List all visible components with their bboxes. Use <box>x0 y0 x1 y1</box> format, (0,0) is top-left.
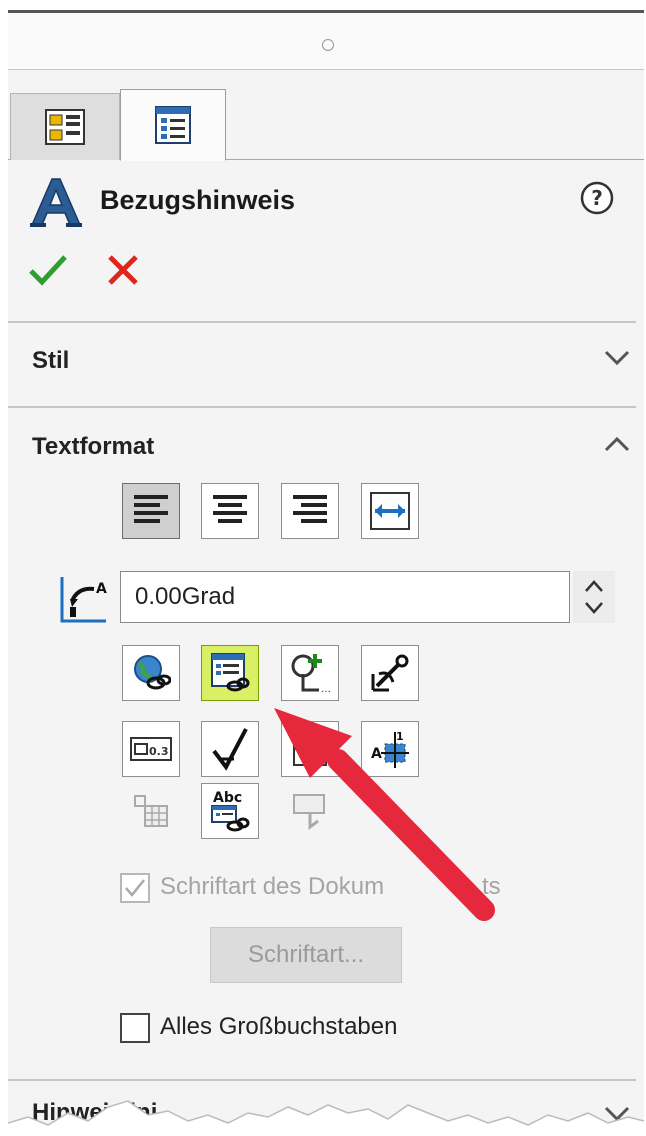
chevron-up-icon[interactable] <box>604 435 630 453</box>
spinner-arrows-icon <box>585 580 603 614</box>
file-property-link-button[interactable] <box>201 645 259 701</box>
align-right-button[interactable] <box>281 483 339 539</box>
title-row: Bezugshinweis ? <box>8 163 644 263</box>
cancel-x-icon[interactable] <box>106 253 140 287</box>
font-button[interactable]: Schriftart... <box>210 927 402 983</box>
angle-rotation-icon: A <box>60 577 107 623</box>
property-manager-icon <box>45 109 85 145</box>
align-left-button[interactable] <box>122 483 180 539</box>
link-property-button[interactable] <box>122 645 180 701</box>
align-center-icon <box>213 495 247 523</box>
divider <box>8 406 636 408</box>
fit-width-button[interactable] <box>361 483 419 539</box>
grip-dot-icon <box>322 39 334 51</box>
svg-text:Abc: Abc <box>213 790 242 806</box>
weld-symbol-button-disabled <box>281 783 339 839</box>
list-link-icon <box>211 653 250 692</box>
section-textformat-header[interactable]: Textformat <box>32 433 154 461</box>
uppercase-checkbox[interactable] <box>120 1013 150 1043</box>
add-balloon-button[interactable]: … <box>281 645 339 701</box>
list-tab-icon <box>155 106 191 144</box>
add-balloon-icon: … <box>291 654 331 694</box>
chevron-down-icon[interactable] <box>604 349 630 367</box>
abc-link-button[interactable]: Abc <box>201 783 259 839</box>
surface-finish-button[interactable] <box>201 721 259 777</box>
divider <box>8 321 636 323</box>
svg-text:…: … <box>321 684 331 694</box>
stacked-balloon-icon: A 1 <box>371 730 409 768</box>
help-icon[interactable]: ? <box>580 181 614 215</box>
page-title: Bezugshinweis <box>100 185 296 215</box>
datum-target-button[interactable] <box>281 721 339 777</box>
doc-font-label: Schriftart des Dokum <box>160 873 385 900</box>
panel-grip[interactable] <box>8 13 644 70</box>
tab-bar <box>8 89 644 161</box>
tolerance-box-icon: 0.3 <box>130 737 172 761</box>
tab-config[interactable] <box>120 89 226 161</box>
torn-edge-decoration <box>8 1100 644 1136</box>
ok-checkmark-icon[interactable] <box>28 253 68 287</box>
table-balloon-button-disabled <box>122 783 180 839</box>
svg-text:A: A <box>371 746 382 762</box>
weld-symbol-icon <box>293 794 325 830</box>
angle-input[interactable]: 0.00Grad <box>120 571 570 623</box>
tolerance-button[interactable]: 0.3 <box>122 721 180 777</box>
svg-text:?: ? <box>591 186 603 210</box>
svg-text:A: A <box>96 581 107 597</box>
abc-link-icon: Abc <box>211 790 250 832</box>
svg-text:1: 1 <box>396 730 404 743</box>
doc-font-checkbox[interactable] <box>120 873 150 903</box>
svg-text:0.3: 0.3 <box>149 745 169 758</box>
fit-width-icon <box>370 492 410 530</box>
anchor-pin-icon <box>371 654 409 692</box>
property-manager-panel: Bezugshinweis ? Stil Textformat A 0.00Gr… <box>8 10 644 1136</box>
align-left-icon <box>134 495 168 523</box>
datum-target-icon <box>293 732 327 766</box>
attach-anchor-button[interactable] <box>361 645 419 701</box>
angle-spinner[interactable] <box>573 571 615 623</box>
align-center-button[interactable] <box>201 483 259 539</box>
doc-font-label-tail: ts <box>482 873 501 900</box>
stacked-balloon-button[interactable]: A 1 <box>361 721 419 777</box>
globe-link-icon <box>134 655 171 690</box>
section-stil-header[interactable]: Stil <box>32 347 69 375</box>
note-letter-a-icon <box>30 178 82 227</box>
tab-property-manager[interactable] <box>10 93 120 160</box>
table-grid-icon <box>134 795 168 827</box>
checkmark-icon <box>125 879 145 897</box>
align-right-icon <box>293 495 327 523</box>
surface-finish-icon <box>212 728 248 771</box>
uppercase-label: Alles Großbuchstaben <box>160 1013 398 1040</box>
